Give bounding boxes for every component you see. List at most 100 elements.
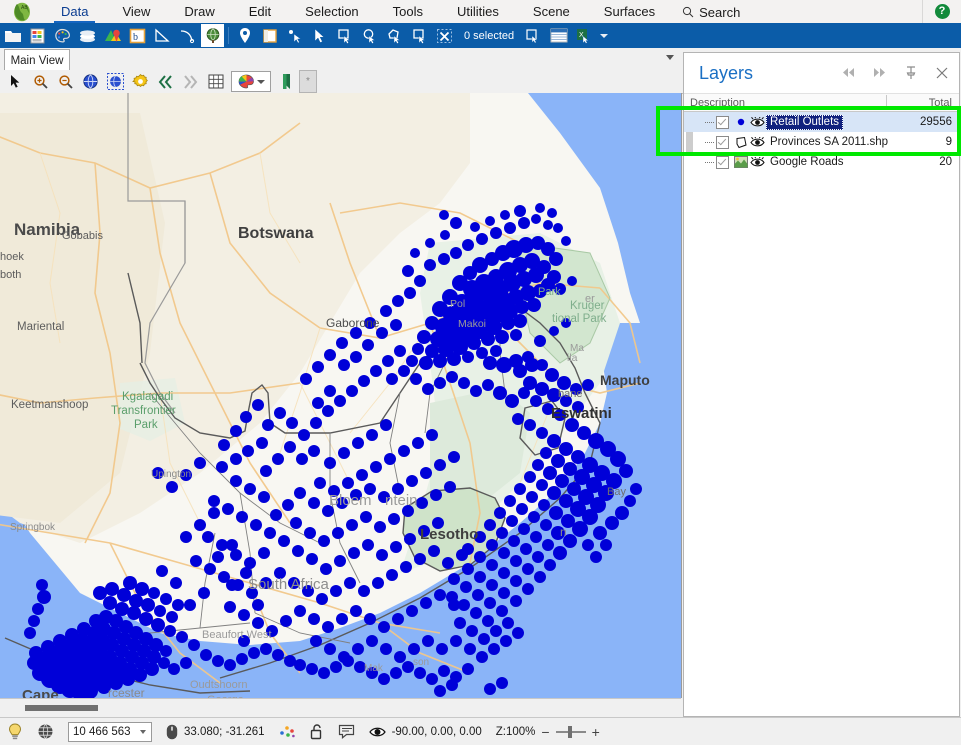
previous-extent-icon[interactable] bbox=[153, 71, 178, 92]
database-table-icon[interactable] bbox=[26, 24, 49, 47]
layer-row-google-roads[interactable]: Google Roads 20 bbox=[684, 152, 959, 172]
expand-right-icon[interactable] bbox=[871, 64, 888, 81]
zoom-slider[interactable]: − + bbox=[541, 725, 599, 739]
grid-icon[interactable] bbox=[203, 71, 228, 92]
menu-tab-edit[interactable]: Edit bbox=[232, 1, 288, 23]
app-logo-icon[interactable]: AB bbox=[0, 1, 44, 23]
eye-icon[interactable] bbox=[749, 114, 766, 130]
menu-tab-data[interactable]: Data bbox=[44, 1, 105, 23]
map-place-label: Mariental bbox=[17, 321, 64, 333]
zoom-extent-icon[interactable] bbox=[78, 71, 103, 92]
map-place-label: Mak bbox=[364, 663, 384, 674]
open-folder-icon[interactable] bbox=[1, 24, 24, 47]
map-pin-layer-icon[interactable] bbox=[101, 24, 124, 47]
settings-gear-icon[interactable] bbox=[128, 71, 153, 92]
map-place-label: Park bbox=[134, 419, 158, 431]
menu-tab-selection-label: Selection bbox=[305, 4, 359, 19]
coordinates-value: 33.080; -31.261 bbox=[184, 725, 265, 738]
map-place-label: Pol bbox=[450, 298, 465, 310]
layer-row-retail-outlets[interactable]: Retail Outlets 29556 bbox=[684, 112, 959, 132]
view-tab-overflow-icon[interactable] bbox=[666, 55, 674, 60]
status-scale-control[interactable]: 10 466 563 bbox=[61, 718, 159, 745]
select-arrow-icon[interactable] bbox=[308, 24, 331, 47]
triangle-measure-icon[interactable] bbox=[151, 24, 174, 47]
globe-grid-icon[interactable] bbox=[201, 24, 224, 47]
search-menu-item[interactable]: Search bbox=[672, 1, 750, 23]
mouse-icon bbox=[166, 724, 178, 739]
location-pin-icon[interactable] bbox=[233, 24, 256, 47]
tab-main-view[interactable]: Main View bbox=[4, 49, 70, 72]
menu-tab-utilities[interactable]: Utilities bbox=[440, 1, 516, 23]
export-excel-icon[interactable]: X bbox=[572, 24, 595, 47]
toolbar-overflow-button[interactable] bbox=[596, 24, 612, 47]
layers-stack-icon[interactable] bbox=[76, 24, 99, 47]
layers-panel-header: Layers bbox=[684, 53, 959, 94]
zoom-out-button[interactable]: − bbox=[541, 725, 549, 739]
map-canvas[interactable]: Namibia Gobabis hoek both Mariental Keetmansh… bbox=[0, 93, 682, 698]
layer-row-provinces[interactable]: Provinces SA 2011.shp 9 bbox=[684, 132, 959, 152]
map-tools-overflow-button[interactable]: * bbox=[299, 70, 317, 93]
zoom-layer-icon[interactable] bbox=[103, 71, 128, 92]
menu-tab-view[interactable]: View bbox=[105, 1, 167, 23]
layer-visibility-checkbox[interactable] bbox=[716, 115, 729, 129]
menu-tab-selection[interactable]: Selection bbox=[288, 1, 375, 23]
attribute-table-icon[interactable] bbox=[547, 24, 570, 47]
boundary-icon[interactable]: b bbox=[126, 24, 149, 47]
pointer-arrow-icon[interactable] bbox=[3, 71, 28, 92]
layers-column-header: Description Total bbox=[684, 94, 959, 112]
zoom-out-icon[interactable] bbox=[53, 71, 78, 92]
select-polygon-icon[interactable] bbox=[383, 24, 406, 47]
zoom-in-icon[interactable] bbox=[28, 71, 53, 92]
column-divider[interactable] bbox=[886, 95, 887, 110]
select-point-icon[interactable] bbox=[283, 24, 306, 47]
status-annotation-button[interactable] bbox=[331, 718, 362, 745]
select-box-icon[interactable] bbox=[408, 24, 431, 47]
map-place-label: Bay bbox=[607, 486, 626, 498]
map-place-label: Upington bbox=[151, 469, 191, 480]
view-tab-strip: Main View bbox=[0, 48, 681, 72]
zoom-in-button[interactable]: + bbox=[592, 725, 600, 739]
select-circle-icon[interactable] bbox=[358, 24, 381, 47]
collapse-left-icon[interactable] bbox=[840, 64, 857, 81]
next-extent-icon[interactable] bbox=[178, 71, 203, 92]
menu-tab-surfaces[interactable]: Surfaces bbox=[587, 1, 672, 23]
view-angles-value: -90.00, 0.00, 0.00 bbox=[391, 725, 482, 738]
layers-panel-toolbar bbox=[840, 64, 950, 81]
status-lock-button[interactable] bbox=[303, 718, 331, 745]
help-button[interactable]: ? bbox=[922, 0, 961, 23]
symbology-palette-button[interactable] bbox=[231, 71, 271, 92]
map-horizontal-scrollbar[interactable] bbox=[0, 698, 681, 717]
legend-frame-icon[interactable] bbox=[258, 24, 281, 47]
status-globe-button[interactable] bbox=[30, 718, 61, 745]
copy-selection-icon[interactable] bbox=[522, 24, 545, 47]
status-lightbulb-button[interactable] bbox=[0, 718, 30, 745]
map-place-label: Transfrontier bbox=[111, 405, 176, 417]
map-labels: NamibiaGobabishoekbothMarientalKeetmansh… bbox=[0, 220, 650, 698]
pin-icon[interactable] bbox=[902, 64, 919, 81]
color-palette-icon[interactable] bbox=[51, 24, 74, 47]
map-place-label: Keetmanshoop bbox=[11, 399, 88, 411]
layer-visibility-checkbox[interactable] bbox=[716, 135, 729, 149]
select-rectangle-icon[interactable] bbox=[333, 24, 356, 47]
scale-combobox[interactable]: 10 466 563 bbox=[68, 721, 152, 742]
status-snap-button[interactable] bbox=[272, 718, 303, 745]
menu-tab-surfaces-label: Surfaces bbox=[603, 4, 656, 19]
bookmark-flag-icon[interactable] bbox=[274, 71, 299, 92]
map-place-label: Eswatini bbox=[551, 405, 612, 422]
clear-selection-icon[interactable] bbox=[433, 24, 456, 47]
layer-visibility-checkbox[interactable] bbox=[716, 155, 729, 169]
svg-text:b: b bbox=[133, 32, 138, 43]
unlock-icon bbox=[310, 724, 321, 740]
menu-tab-tools[interactable]: Tools bbox=[376, 1, 440, 23]
eye-icon[interactable] bbox=[749, 154, 766, 170]
eye-icon[interactable] bbox=[749, 134, 766, 150]
zoom-slider-thumb[interactable] bbox=[567, 725, 572, 738]
curve-icon[interactable] bbox=[176, 24, 199, 47]
status-view-angles: -90.00, 0.00, 0.00 bbox=[362, 718, 489, 745]
menu-tab-scene[interactable]: Scene bbox=[516, 1, 587, 23]
menu-tab-draw[interactable]: Draw bbox=[167, 1, 231, 23]
map-scrollbar-thumb[interactable] bbox=[25, 705, 98, 711]
close-icon[interactable] bbox=[933, 64, 950, 81]
zoom-slider-track[interactable] bbox=[555, 725, 586, 738]
map-place-label: South Africa bbox=[248, 576, 330, 593]
